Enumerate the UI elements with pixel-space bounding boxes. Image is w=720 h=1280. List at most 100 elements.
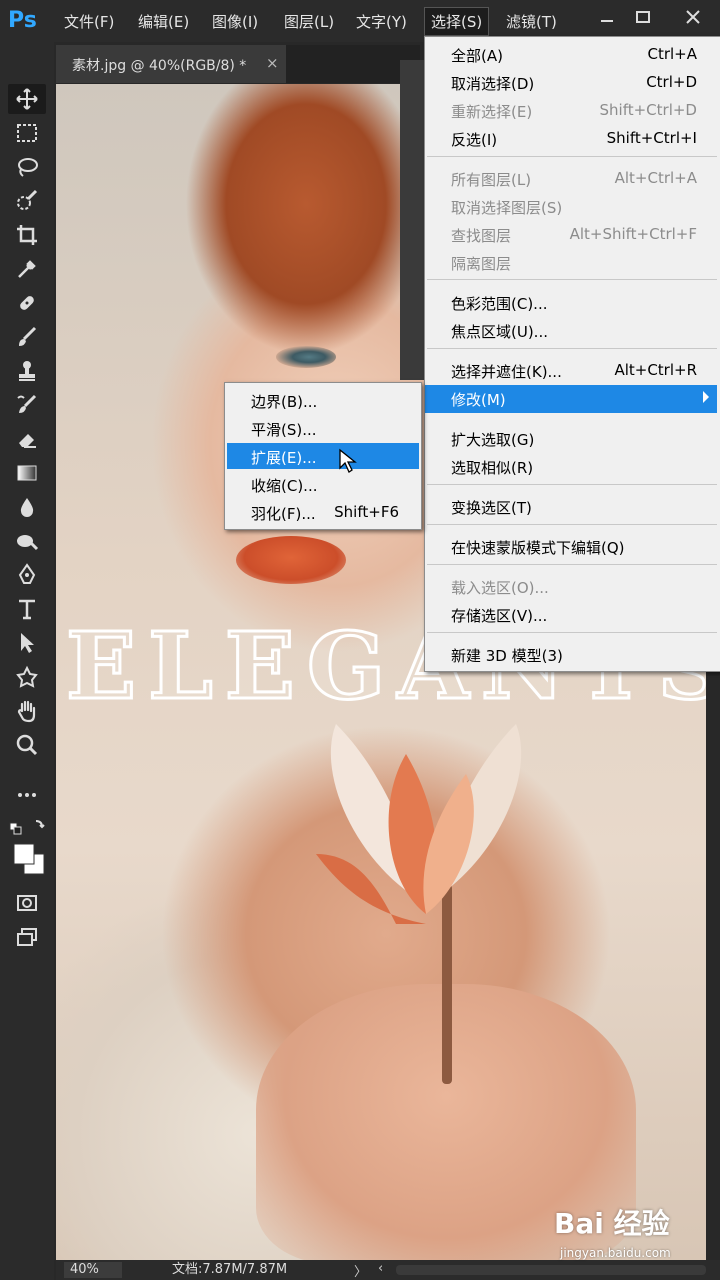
healing-brush-icon[interactable]: [8, 288, 46, 318]
menu-item-label: 变换选区(T): [451, 499, 532, 517]
brush-tool-icon[interactable]: [8, 322, 46, 352]
submenu-item-label: 羽化(F)...: [251, 505, 316, 523]
eraser-tool-icon[interactable]: [8, 424, 46, 454]
menu-item-save-selection[interactable]: 存储选区(V)...: [425, 601, 717, 627]
move-tool-icon[interactable]: [8, 84, 46, 114]
document-tab[interactable]: 素材.jpg @ 40%(RGB/8) * ×: [56, 45, 286, 83]
menu-item-similar[interactable]: 选取相似(R): [425, 453, 717, 479]
zoom-level-field[interactable]: 40%: [64, 1262, 122, 1278]
menu-item-label: 在快速蒙版模式下编辑(Q): [451, 539, 625, 557]
history-brush-icon[interactable]: [8, 390, 46, 420]
document-tab-bar: 素材.jpg @ 40%(RGB/8) * ×: [56, 45, 420, 83]
menu-image[interactable]: 图像(I): [212, 11, 258, 32]
menu-item-select-and-mask[interactable]: 选择并遮住(K)... Alt+Ctrl+R: [425, 357, 717, 383]
menu-separator: [427, 632, 717, 633]
menu-type[interactable]: 文字(Y): [356, 11, 407, 32]
menu-item-label: 取消选择(D): [451, 75, 535, 93]
submenu-item-label: 收缩(C)...: [251, 477, 318, 495]
menu-item-label: 焦点区域(U)...: [451, 323, 548, 341]
document-size: 文档:7.87M/7.87M: [172, 1262, 288, 1277]
maximize-icon[interactable]: [628, 6, 658, 28]
submenu-item-shortcut: Shift+F6: [334, 503, 399, 521]
submenu-item-label: 扩展(E)...: [251, 449, 317, 467]
panel-fragment: [400, 60, 424, 380]
status-menu-arrow[interactable]: 〉: [354, 1261, 367, 1280]
submenu-item-label: 平滑(S)...: [251, 421, 317, 439]
close-window-icon[interactable]: [678, 6, 708, 28]
eyedropper-tool-icon[interactable]: [8, 254, 46, 284]
menu-item-quick-mask[interactable]: 在快速蒙版模式下编辑(Q): [425, 533, 717, 559]
submenu-item-smooth[interactable]: 平滑(S)...: [227, 415, 419, 441]
lasso-tool-icon[interactable]: [8, 152, 46, 182]
pen-tool-icon[interactable]: [8, 560, 46, 590]
crop-tool-icon[interactable]: [8, 220, 46, 250]
submenu-item-feather[interactable]: 羽化(F)... Shift+F6: [227, 499, 419, 525]
menu-item-all-layers[interactable]: 所有图层(L) Alt+Ctrl+A: [425, 165, 717, 191]
path-select-icon[interactable]: [8, 628, 46, 658]
baidu-watermark: Bai 经验 jingyan.baidu.com: [550, 1196, 720, 1270]
menu-item-new-3d-model[interactable]: 新建 3D 模型(3): [425, 641, 717, 667]
blur-tool-icon[interactable]: [8, 492, 46, 522]
menu-item-focus-area[interactable]: 焦点区域(U)...: [425, 317, 717, 343]
menu-item-color-range[interactable]: 色彩范围(C)...: [425, 289, 717, 315]
submenu-item-expand[interactable]: 扩展(E)...: [227, 443, 419, 469]
menu-item-inverse[interactable]: 反选(I) Shift+Ctrl+I: [425, 125, 717, 151]
more-tools-icon[interactable]: [8, 780, 46, 810]
menu-item-find-layers[interactable]: 查找图层 Alt+Shift+Ctrl+F: [425, 221, 717, 247]
menu-layer[interactable]: 图层(L): [284, 11, 334, 32]
menu-separator: [427, 524, 717, 525]
submenu-item-label: 边界(B)...: [251, 393, 318, 411]
menu-item-shortcut: Shift+Ctrl+D: [599, 101, 697, 119]
menu-item-grow[interactable]: 扩大选取(G): [425, 425, 717, 451]
close-tab-icon[interactable]: ×: [266, 54, 279, 72]
color-swatches[interactable]: [8, 838, 46, 882]
menu-item-modify[interactable]: 修改(M): [425, 385, 717, 413]
clone-stamp-icon[interactable]: [8, 356, 46, 386]
gradient-tool-icon[interactable]: [8, 458, 46, 488]
menu-filter[interactable]: 滤镜(T): [506, 11, 557, 32]
tools-panel: [0, 42, 54, 1280]
submenu-item-border[interactable]: 边界(B)...: [227, 387, 419, 413]
photoshop-logo: Ps: [8, 8, 37, 33]
menu-separator: [427, 279, 717, 280]
shape-tool-icon[interactable]: [8, 662, 46, 692]
menu-separator: [427, 484, 717, 485]
dodge-tool-icon[interactable]: [8, 526, 46, 556]
watermark-brand: Bai 经验: [554, 1207, 670, 1240]
select-dropdown-menu: 全部(A) Ctrl+A 取消选择(D) Ctrl+D 重新选择(E) Shift+C…: [424, 36, 720, 672]
menu-item-label: 取消选择图层(S): [451, 199, 563, 217]
scroll-left-arrow[interactable]: ‹: [378, 1261, 383, 1276]
menu-separator: [427, 564, 717, 565]
menu-item-reselect[interactable]: 重新选择(E) Shift+Ctrl+D: [425, 97, 717, 123]
menu-item-label: 选择并遮住(K)...: [451, 363, 562, 381]
menu-item-deselect-layers[interactable]: 取消选择图层(S): [425, 193, 717, 219]
mouse-cursor-icon: [339, 448, 357, 473]
menu-item-isolate-layers[interactable]: 隔离图层: [425, 249, 717, 275]
menu-item-load-selection[interactable]: 载入选区(O)...: [425, 573, 717, 599]
submenu-arrow-icon: [703, 391, 709, 403]
quick-select-tool-icon[interactable]: [8, 186, 46, 216]
menu-item-shortcut: Alt+Ctrl+A: [614, 169, 697, 187]
menu-item-label: 修改(M): [451, 391, 506, 409]
document-tab-label: 素材.jpg @ 40%(RGB/8) *: [72, 58, 247, 74]
menu-item-shortcut: Ctrl+A: [647, 45, 697, 63]
submenu-item-contract[interactable]: 收缩(C)...: [227, 471, 419, 497]
menu-item-transform-selection[interactable]: 变换选区(T): [425, 493, 717, 519]
marquee-tool-icon[interactable]: [8, 118, 46, 148]
menu-item-label: 重新选择(E): [451, 103, 533, 121]
zoom-tool-icon[interactable]: [8, 730, 46, 760]
menu-item-label: 选取相似(R): [451, 459, 534, 477]
minimize-icon[interactable]: [592, 6, 622, 28]
type-tool-icon[interactable]: [8, 594, 46, 624]
menu-item-shortcut: Shift+Ctrl+I: [606, 129, 697, 147]
screen-mode-icon[interactable]: [8, 922, 46, 952]
quick-mask-icon[interactable]: [8, 888, 46, 918]
menu-item-all[interactable]: 全部(A) Ctrl+A: [425, 41, 717, 67]
menu-item-deselect[interactable]: 取消选择(D) Ctrl+D: [425, 69, 717, 95]
menu-file[interactable]: 文件(F): [64, 11, 114, 32]
menu-edit[interactable]: 编辑(E): [138, 11, 189, 32]
watermark-url: jingyan.baidu.com: [560, 1246, 671, 1260]
menu-select[interactable]: 选择(S): [424, 7, 490, 36]
hand-tool-icon[interactable]: [8, 696, 46, 726]
menu-item-shortcut: Ctrl+D: [646, 73, 697, 91]
